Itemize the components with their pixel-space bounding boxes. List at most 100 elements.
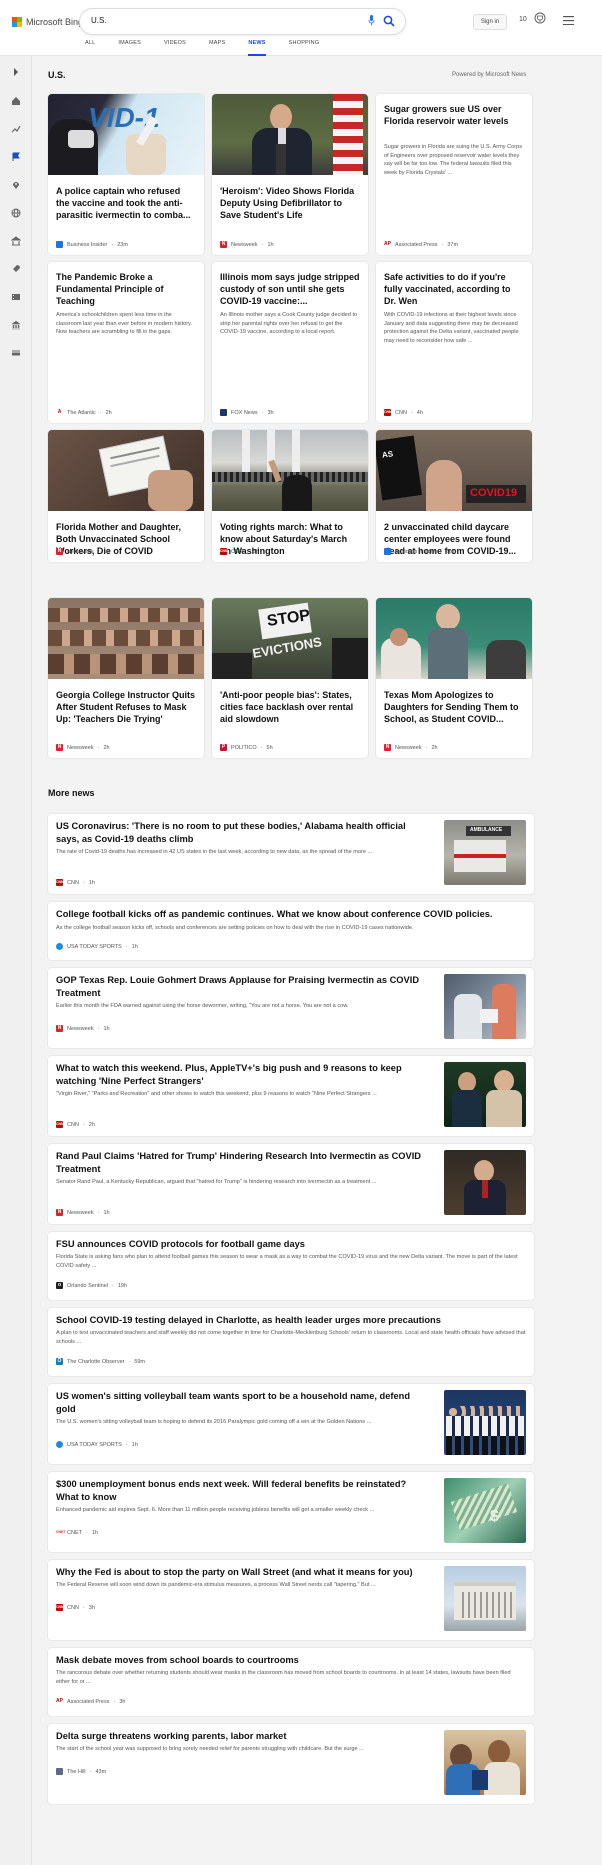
item-title[interactable]: Why the Fed is about to stop the party o… <box>56 1566 431 1579</box>
newsweek-icon: N <box>56 1209 63 1216</box>
item-title[interactable]: GOP Texas Rep. Louie Gohmert Draws Appla… <box>56 974 431 1000</box>
card-image-classroom-seats <box>48 598 204 679</box>
card-description: An Illinois mother says a Cook County ju… <box>220 312 358 336</box>
us-flag-icon[interactable] <box>10 151 22 163</box>
card-image-vaccine-card <box>48 430 204 511</box>
news-card[interactable]: The Pandemic Broke a Fundamental Princip… <box>48 262 204 423</box>
hamburger-menu-icon[interactable] <box>563 16 574 25</box>
news-card[interactable]: Illinois mom says judge stripped custody… <box>212 262 368 423</box>
cnet-icon: CNET <box>56 1529 66 1536</box>
local-pin-icon[interactable] <box>10 179 22 191</box>
more-news-title: More news <box>48 788 95 798</box>
news-card[interactable]: VID-1 A police captain who refused the v… <box>48 94 204 255</box>
item-title[interactable]: $300 unemployment bonus ends next week. … <box>56 1478 431 1504</box>
more-news-item[interactable]: GOP Texas Rep. Louie Gohmert Draws Appla… <box>48 968 534 1048</box>
card-title[interactable]: The Pandemic Broke a Fundamental Princip… <box>56 271 196 307</box>
card-title[interactable]: A police captain who refused the vaccine… <box>56 185 196 221</box>
card-source: N Newsweek · 1h <box>56 548 110 555</box>
news-card[interactable]: Texas Mom Apologizes to Daughters for Se… <box>376 598 532 758</box>
more-news-item[interactable]: $300 unemployment bonus ends next week. … <box>48 1472 534 1552</box>
news-card[interactable]: Voting rights march: What to know about … <box>212 430 368 562</box>
tab-maps[interactable]: MAPS <box>209 40 225 56</box>
more-news-item[interactable]: US Coronavirus: 'There is no room to put… <box>48 814 534 894</box>
card-image-march <box>212 430 368 511</box>
news-card[interactable]: 'Heroism': Video Shows Florida Deputy Us… <box>212 94 368 255</box>
microphone-icon[interactable] <box>368 15 375 26</box>
money-card-icon[interactable] <box>10 347 22 359</box>
more-news-item[interactable]: FSU announces COVID protocols for footba… <box>48 1232 534 1300</box>
more-news-item[interactable]: Rand Paul Claims 'Hatred for Trump' Hind… <box>48 1144 534 1224</box>
item-title[interactable]: Mask debate moves from school boards to … <box>56 1654 526 1667</box>
newsweek-icon: N <box>56 548 63 555</box>
more-news-item[interactable]: College football kicks off as pandemic c… <box>48 902 534 960</box>
rewards-points[interactable]: 10 <box>519 16 527 23</box>
tab-shopping[interactable]: SHOPPING <box>289 40 320 56</box>
card-title[interactable]: Texas Mom Apologizes to Daughters for Se… <box>384 689 524 725</box>
more-news-item[interactable]: What to watch this weekend. Plus, AppleT… <box>48 1056 534 1136</box>
item-title[interactable]: US Coronavirus: 'There is no room to put… <box>56 820 431 846</box>
more-news-item[interactable]: School COVID-19 testing delayed in Charl… <box>48 1308 534 1376</box>
section-title: U.S. <box>48 70 66 80</box>
card-source: FOX News · 3h <box>220 409 274 416</box>
item-title[interactable]: Rand Paul Claims 'Hatred for Trump' Hind… <box>56 1150 431 1176</box>
tab-videos[interactable]: VIDEOS <box>164 40 186 56</box>
news-card[interactable]: Florida Mother and Daughter, Both Unvacc… <box>48 430 204 562</box>
item-title[interactable]: School COVID-19 testing delayed in Charl… <box>56 1314 526 1327</box>
search-box[interactable]: U.S. <box>80 9 405 34</box>
item-description: The Federal Reserve will soon wind down … <box>56 1582 376 1588</box>
powered-by-label[interactable]: Powered by Microsoft News <box>452 72 526 78</box>
item-title[interactable]: FSU announces COVID protocols for footba… <box>56 1238 526 1251</box>
card-source: N Newsweek · 2h <box>56 744 110 751</box>
news-card[interactable]: Safe activities to do if you're fully va… <box>376 262 532 423</box>
tab-news[interactable]: NEWS <box>248 40 266 56</box>
item-title[interactable]: Delta surge threatens working parents, l… <box>56 1730 431 1743</box>
sign-in-button[interactable]: Sign in <box>473 14 507 30</box>
item-source: N Newsweek · 1h <box>56 1209 110 1216</box>
more-news-item[interactable]: US women's sitting volleyball team wants… <box>48 1384 534 1464</box>
politics-icon[interactable] <box>10 235 22 247</box>
more-news-item[interactable]: Mask debate moves from school boards to … <box>48 1648 534 1716</box>
business-bank-icon[interactable] <box>10 319 22 331</box>
item-source: O The Charlotte Observer · 59m <box>56 1358 146 1365</box>
card-image-stop-evictions: STOP EVICTIONS <box>212 598 368 679</box>
item-source: The Hill · 43m <box>56 1768 106 1775</box>
more-news-item[interactable]: Why the Fed is about to stop the party o… <box>48 1560 534 1640</box>
card-title[interactable]: Illinois mom says judge stripped custody… <box>220 271 360 307</box>
card-image-vaccine: VID-1 <box>48 94 204 175</box>
card-image-school-temperature-check <box>376 598 532 679</box>
item-title[interactable]: What to watch this weekend. Plus, AppleT… <box>56 1062 431 1088</box>
expand-sidebar-icon[interactable] <box>10 66 22 78</box>
charlotte-observer-icon: O <box>56 1358 63 1365</box>
search-input[interactable]: U.S. <box>91 16 107 25</box>
item-source: CNN CNN · 2h <box>56 1121 95 1128</box>
card-title[interactable]: 'Heroism': Video Shows Florida Deputy Us… <box>220 185 360 221</box>
item-title[interactable]: US women's sitting volleyball team wants… <box>56 1390 431 1416</box>
news-card[interactable]: Sugar growers sue US over Florida reserv… <box>376 94 532 255</box>
the-atlantic-icon: A <box>56 409 63 416</box>
item-thumbnail-ambulance: AMBULANCE <box>444 820 526 885</box>
card-description: With COVID-19 infections at their highes… <box>384 312 519 344</box>
science-rocket-icon[interactable] <box>10 263 22 275</box>
item-thumbnail-senator <box>444 1150 526 1215</box>
world-globe-icon[interactable] <box>10 207 22 219</box>
item-title[interactable]: College football kicks off as pandemic c… <box>56 908 526 921</box>
card-title[interactable]: Sugar growers sue US over Florida reserv… <box>384 103 524 127</box>
card-title[interactable]: Georgia College Instructor Quits After S… <box>56 689 196 725</box>
card-description: Sugar growers in Florida are suing the U… <box>384 144 523 176</box>
item-thumbnail-hospital <box>444 974 526 1039</box>
card-title[interactable]: 'Anti-poor people bias': States, cities … <box>220 689 360 725</box>
trending-icon[interactable] <box>10 123 22 135</box>
card-source: A The Atlantic · 2h <box>56 409 112 416</box>
entertainment-film-icon[interactable] <box>10 291 22 303</box>
tab-all[interactable]: ALL <box>85 40 95 56</box>
tab-images[interactable]: IMAGES <box>118 40 141 56</box>
news-card[interactable]: AS COVID19 2 unvaccinated child daycare … <box>376 430 532 562</box>
card-title[interactable]: Safe activities to do if you're fully va… <box>384 271 524 307</box>
more-news-item[interactable]: Delta surge threatens working parents, l… <box>48 1724 534 1804</box>
bing-logo[interactable]: Microsoft Bing <box>12 14 83 30</box>
home-icon[interactable] <box>10 95 22 107</box>
rewards-trophy-icon[interactable] <box>534 12 546 26</box>
news-card[interactable]: Georgia College Instructor Quits After S… <box>48 598 204 758</box>
search-icon[interactable] <box>383 15 395 27</box>
news-card[interactable]: STOP EVICTIONS 'Anti-poor people bias': … <box>212 598 368 758</box>
